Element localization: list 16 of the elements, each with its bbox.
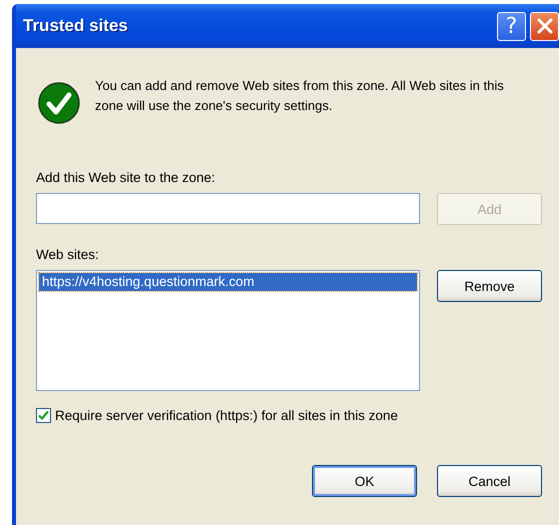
- close-button[interactable]: [530, 12, 559, 40]
- checkbox-label: Require server verification (https:) for all sites in this zone: [55, 408, 398, 423]
- info-message: You can add and remove Web sites from this zone. All Web sites in this zone will use the zone's security settings.: [95, 77, 505, 115]
- help-button[interactable]: ?: [497, 12, 526, 40]
- dialog-button[interactable]: Cancel: [437, 465, 542, 497]
- remove-button[interactable]: Remove: [437, 270, 542, 302]
- websites-label: Web sites:: [36, 247, 100, 262]
- website-item[interactable]: https://v4hosting.questionmark.com: [39, 273, 417, 291]
- close-icon: [536, 17, 554, 35]
- checkmark-icon: [36, 80, 82, 126]
- dialog-button[interactable]: OK: [312, 465, 417, 497]
- websites-list[interactable]: https://v4hosting.questionmark.com: [36, 270, 420, 391]
- window-title: Trusted sites: [23, 16, 128, 36]
- checkbox[interactable]: [36, 408, 51, 423]
- site-input-field[interactable]: [36, 193, 420, 224]
- add-site-label: Add this Web site to the zone:: [36, 170, 216, 185]
